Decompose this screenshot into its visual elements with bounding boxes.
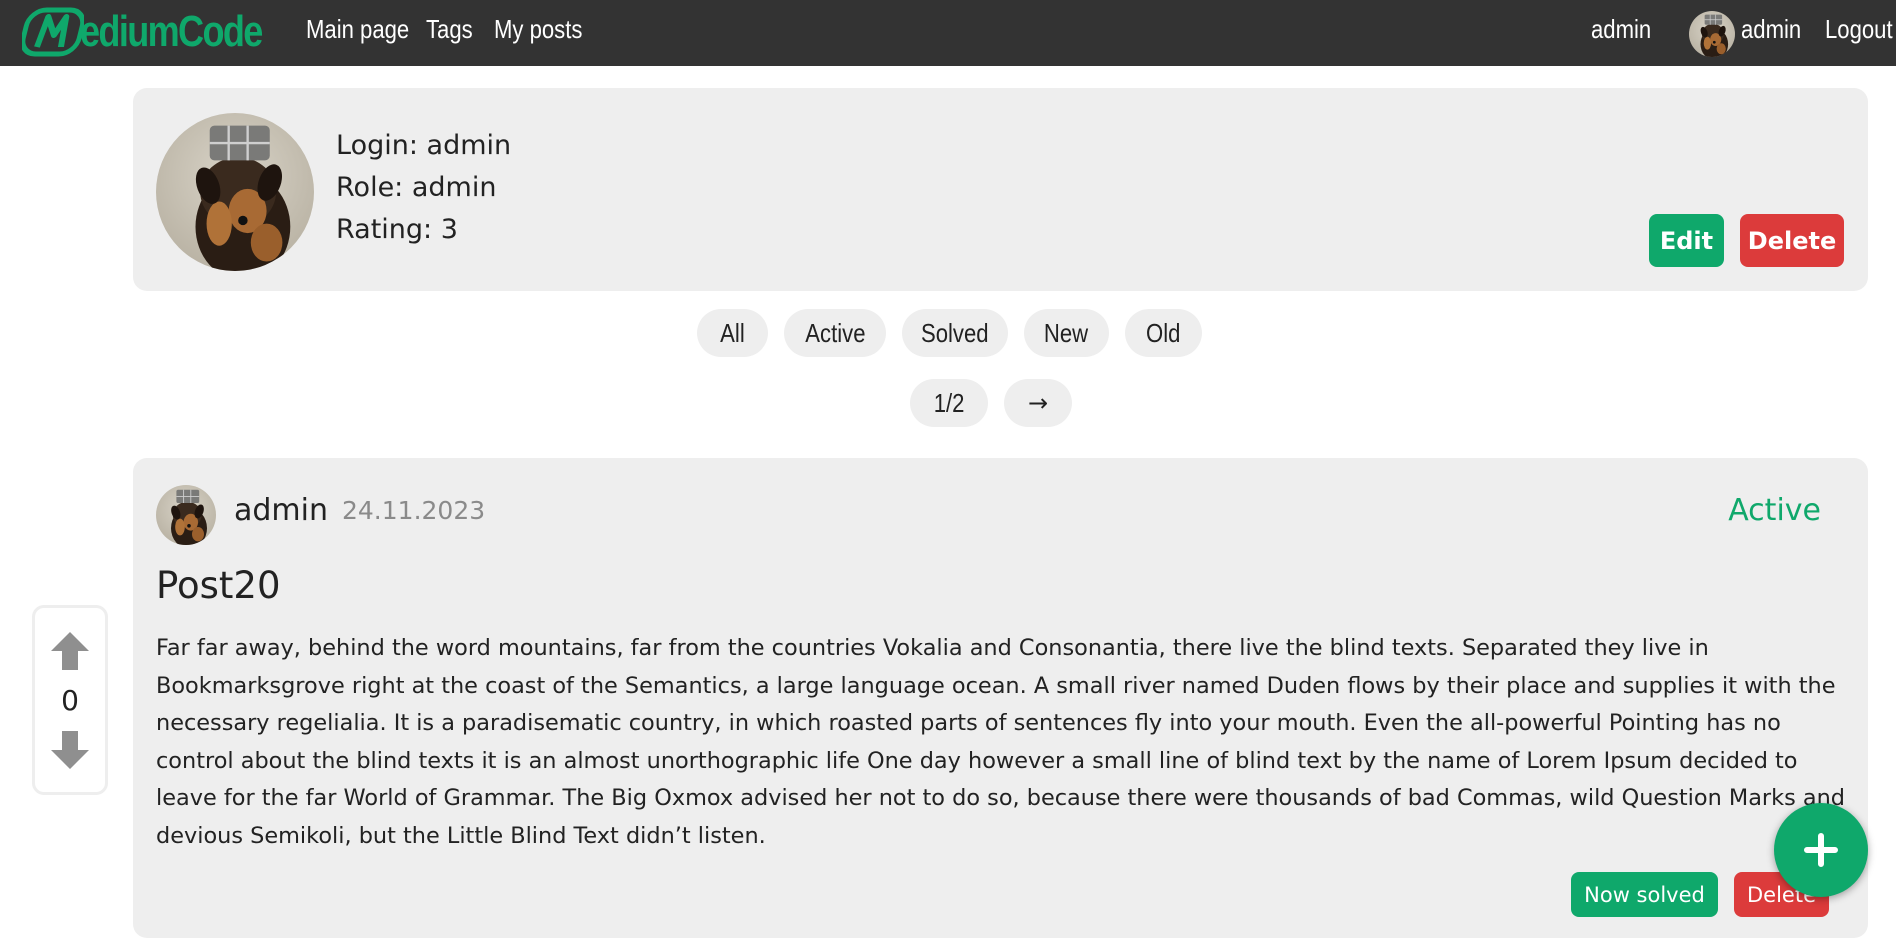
vote-count: 0 — [61, 684, 79, 717]
edit-profile-button[interactable]: Edit — [1649, 214, 1724, 267]
downvote-arrow-icon[interactable] — [49, 729, 91, 771]
filter-solved[interactable]: Solved — [902, 309, 1008, 357]
nav-link-main-page[interactable]: Main page — [306, 14, 409, 45]
filter-new[interactable]: New — [1024, 309, 1109, 357]
user-avatar[interactable] — [1689, 11, 1735, 57]
filter-new-label: New — [1044, 317, 1089, 348]
post-title[interactable]: Post20 — [156, 564, 281, 607]
filter-old[interactable]: Old — [1125, 309, 1202, 357]
vote-widget: 0 — [32, 605, 108, 795]
next-page-button[interactable]: → — [1004, 379, 1072, 427]
profile-login: Login: admin — [336, 130, 512, 161]
filter-active[interactable]: Active — [784, 309, 886, 357]
filter-active-label: Active — [804, 317, 866, 348]
profile-avatar-image — [156, 113, 314, 271]
top-navbar: ediumCode Main page Tags My posts admin … — [0, 0, 1896, 66]
post-status: Active — [1728, 493, 1821, 528]
delete-profile-button[interactable]: Delete — [1740, 214, 1844, 267]
mark-solved-button[interactable]: Now solved — [1571, 872, 1718, 917]
filter-old-label: Old — [1146, 317, 1181, 348]
logo-text: ediumCode — [80, 7, 263, 56]
profile-role: Role: admin — [336, 172, 497, 203]
add-post-button[interactable] — [1774, 803, 1868, 897]
avatar-image — [1689, 11, 1735, 57]
post-date: 24.11.2023 — [342, 496, 486, 525]
post-author-avatar[interactable] — [156, 485, 216, 545]
post-body: Far far away, behind the word mountains,… — [156, 635, 1846, 849]
nav-role-label: admin — [1591, 14, 1652, 44]
page-indicator: 1/2 — [910, 379, 988, 427]
post-author[interactable]: admin — [234, 493, 328, 528]
upvote-arrow-icon[interactable] — [49, 630, 91, 672]
filter-solved-label: Solved — [921, 317, 989, 348]
filter-all-label: All — [720, 317, 745, 348]
filter-all[interactable]: All — [697, 309, 768, 357]
post-avatar-image — [156, 485, 216, 545]
profile-avatar — [156, 113, 314, 271]
logo-m-icon — [22, 7, 84, 57]
nav-link-tags[interactable]: Tags — [426, 14, 473, 45]
nav-user-name[interactable]: admin — [1741, 14, 1801, 45]
nav-link-my-posts[interactable]: My posts — [494, 14, 582, 45]
page-indicator-label: 1/2 — [933, 387, 965, 418]
post-card: admin 24.11.2023 Active Post20 Far far a… — [133, 458, 1868, 938]
plus-icon — [1804, 833, 1838, 867]
profile-rating: Rating: 3 — [336, 214, 458, 245]
next-arrow-icon: → — [1027, 389, 1049, 417]
site-logo[interactable]: ediumCode — [22, 4, 302, 60]
logout-link[interactable]: Logout — [1825, 14, 1893, 45]
profile-card: Login: admin Role: admin Rating: 3 Edit … — [133, 88, 1868, 291]
